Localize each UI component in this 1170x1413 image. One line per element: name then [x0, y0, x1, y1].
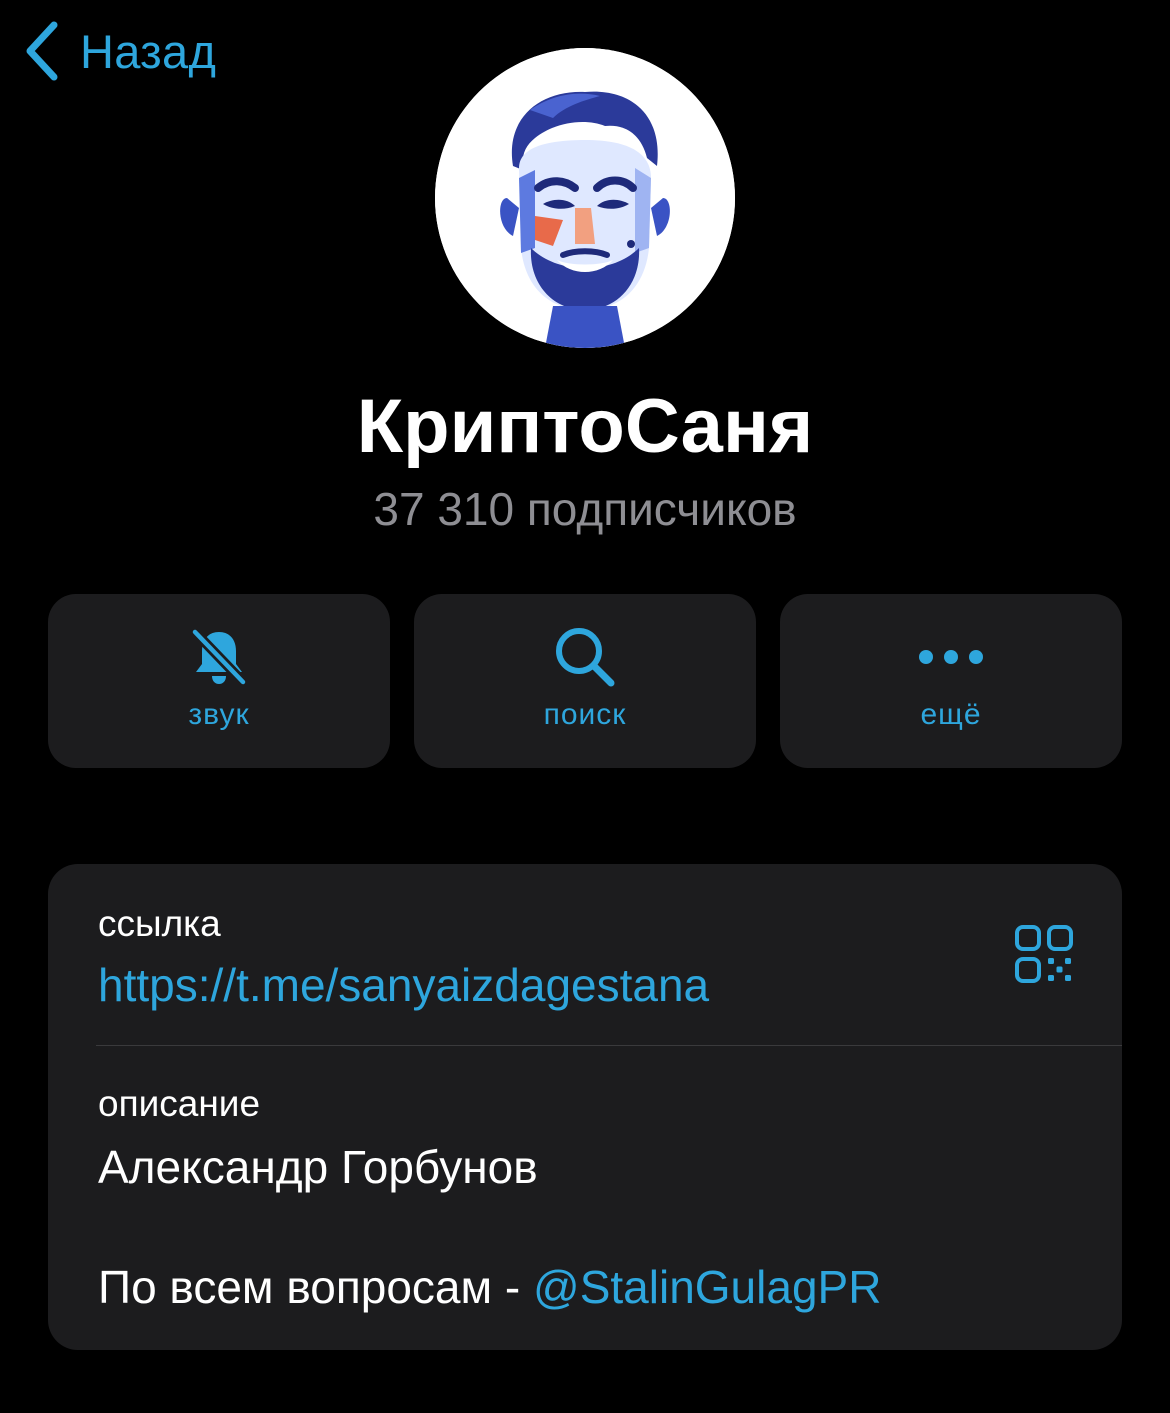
- description-contact-prefix: По всем вопросам -: [98, 1261, 534, 1313]
- search-icon: [556, 628, 615, 687]
- back-label: Назад: [80, 24, 217, 78]
- search-button[interactable]: поиск: [414, 594, 756, 768]
- mute-label: звук: [188, 698, 250, 731]
- action-bar: звук поиск ещё: [48, 594, 1122, 768]
- back-button[interactable]: Назад: [24, 12, 216, 90]
- more-dots-icon: [919, 650, 983, 664]
- description-label: описание: [98, 1083, 261, 1124]
- description-line-name: Александр Горбунов: [98, 1141, 538, 1193]
- contact-mention-link[interactable]: @StalinGulagPR: [533, 1261, 881, 1313]
- chevron-left-icon: [26, 21, 58, 81]
- info-card: ссылка https://t.me/sanyaizdagestana опи…: [48, 864, 1122, 1350]
- info-divider: [96, 1045, 1122, 1046]
- qr-code-icon[interactable]: [1014, 924, 1074, 984]
- bell-muted-icon: [191, 628, 247, 686]
- channel-title: КриптоСаня: [356, 384, 814, 469]
- more-button[interactable]: ещё: [780, 594, 1122, 768]
- avatar-portrait-image: [435, 48, 735, 348]
- search-label: поиск: [543, 698, 627, 731]
- link-label: ссылка: [98, 903, 221, 944]
- description-line-contact: По всем вопросам - @StalinGulagPR: [98, 1259, 881, 1315]
- channel-link[interactable]: https://t.me/sanyaizdagestana: [98, 957, 709, 1013]
- more-label: ещё: [920, 698, 982, 731]
- mute-button[interactable]: звук: [48, 594, 390, 768]
- channel-avatar[interactable]: [435, 48, 735, 348]
- subscriber-count: 37 310 подписчиков: [373, 483, 797, 535]
